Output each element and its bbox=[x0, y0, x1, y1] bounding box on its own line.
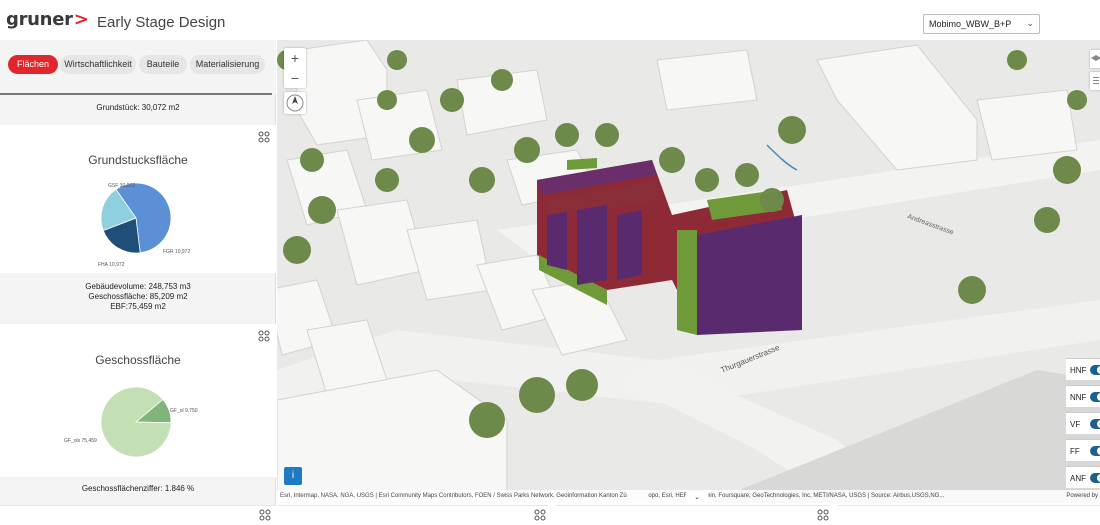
pie-label-fgr: FGR 10,972 bbox=[163, 249, 191, 255]
toggle-nnf[interactable]: NNF bbox=[1066, 385, 1100, 407]
map-scene: Andreasstrasse Thurgauerstrasse bbox=[277, 40, 1100, 503]
pie-label-gf-ol: GF_ol 9,750 bbox=[170, 408, 198, 414]
chevron-down-icon: ⌄ bbox=[1026, 18, 1034, 28]
bottom-card-1 bbox=[0, 505, 276, 525]
geschossflaechenziffer: Geschossflächenziffer: 1.846 % bbox=[81, 484, 195, 493]
metric-geschossflaeche: Geschossfläche: 85,209 m2 bbox=[88, 292, 188, 301]
collapse-attribution-button[interactable]: ⌄ bbox=[686, 492, 708, 503]
zoom-out-button[interactable]: − bbox=[284, 68, 306, 88]
tab-flaechen[interactable]: Flächen bbox=[8, 55, 58, 74]
toggle-vf[interactable]: VF bbox=[1066, 412, 1100, 434]
legend-icon bbox=[1093, 77, 1099, 84]
toggle-label: VF bbox=[1070, 420, 1081, 429]
chevron-down-icon: ⌄ bbox=[694, 494, 700, 501]
compass-icon bbox=[286, 94, 304, 112]
switch[interactable] bbox=[1090, 365, 1100, 375]
pie-label-fha: FHA 10,972 bbox=[98, 262, 125, 268]
app-title: Early Stage Design bbox=[97, 14, 226, 31]
project-select[interactable]: Mobimo_WBW_B+P ⌄ bbox=[923, 14, 1040, 34]
zoom-in-button[interactable]: + bbox=[284, 48, 306, 68]
tab-materialisierung[interactable]: Materialisierung bbox=[190, 55, 265, 74]
layer-list-button[interactable] bbox=[1090, 50, 1100, 68]
grid-menu-icon[interactable] bbox=[534, 509, 546, 521]
metric-volume: Gebäudevolume: 248,753 m3 bbox=[85, 282, 191, 291]
grundstuecksflaeche-pie bbox=[100, 182, 172, 254]
grid-menu-icon[interactable] bbox=[817, 509, 829, 521]
switch[interactable] bbox=[1090, 392, 1100, 402]
metric-ebf: EBF:75,459 m2 bbox=[110, 302, 166, 311]
bottom-card-3 bbox=[556, 505, 830, 525]
tab-bar: Flächen Wirtschaftlichkeit Bauteile Mate… bbox=[0, 40, 276, 95]
geschossflaeche-pie bbox=[100, 386, 172, 458]
toggle-hnf[interactable]: HNF bbox=[1066, 358, 1100, 380]
grundstueck-text: Grundstück: 30,072 m2 bbox=[96, 103, 180, 112]
tab-divider bbox=[0, 93, 272, 95]
map-view[interactable]: Andreasstrasse Thurgauerstrasse bbox=[277, 40, 1100, 503]
logo: gruner> bbox=[6, 9, 89, 30]
pie-label-gsf: GSF 30,072 bbox=[108, 183, 135, 189]
logo-mark: > bbox=[73, 9, 89, 30]
grundstuecksflaeche-card: Grundstucksfläche GSF 30,072 FGR 10,972 … bbox=[0, 125, 276, 273]
powered-by: Powered by bbox=[1066, 493, 1098, 499]
bottom-card-2 bbox=[278, 505, 548, 525]
toggle-label: NNF bbox=[1070, 393, 1087, 402]
toggle-label: HNF bbox=[1070, 366, 1087, 375]
attribution-text: Esri, Intermap, NASA, NGA, USGS | Esri C… bbox=[280, 493, 627, 499]
legend-button[interactable] bbox=[1090, 72, 1100, 90]
app-header: gruner> Early Stage Design Mobimo_WBW_B+… bbox=[0, 0, 1100, 40]
logo-text: gruner bbox=[6, 9, 73, 30]
zoom-control: + − bbox=[284, 48, 306, 88]
toggle-label: ANF bbox=[1070, 474, 1086, 483]
info-button[interactable]: i bbox=[284, 467, 302, 485]
toggle-label: FF bbox=[1070, 447, 1080, 456]
metrics-block: Gebäudevolume: 248,753 m3 Geschossfläche… bbox=[0, 282, 276, 312]
tab-bauteile[interactable]: Bauteile bbox=[139, 55, 187, 74]
compass-button[interactable] bbox=[284, 92, 306, 114]
pie-label-gf-ols: GF_ols 75,459 bbox=[64, 438, 97, 444]
toggle-anf[interactable]: ANF bbox=[1066, 466, 1100, 488]
toggle-ff[interactable]: FF bbox=[1066, 439, 1100, 461]
geschossflaeche-card: Geschossfläche GF_ol 9,750 GF_ols 75,459 bbox=[0, 324, 276, 477]
switch[interactable] bbox=[1090, 473, 1100, 483]
switch[interactable] bbox=[1090, 419, 1100, 429]
grid-menu-icon[interactable] bbox=[259, 509, 271, 521]
bottom-card-4 bbox=[838, 505, 1100, 525]
switch[interactable] bbox=[1090, 446, 1100, 456]
layers-icon bbox=[1091, 55, 1100, 61]
tab-wirtschaftlichkeit[interactable]: Wirtschaftlichkeit bbox=[60, 55, 136, 74]
left-panel: Flächen Wirtschaftlichkeit Bauteile Mate… bbox=[0, 40, 276, 525]
project-select-value: Mobimo_WBW_B+P bbox=[929, 19, 1012, 29]
